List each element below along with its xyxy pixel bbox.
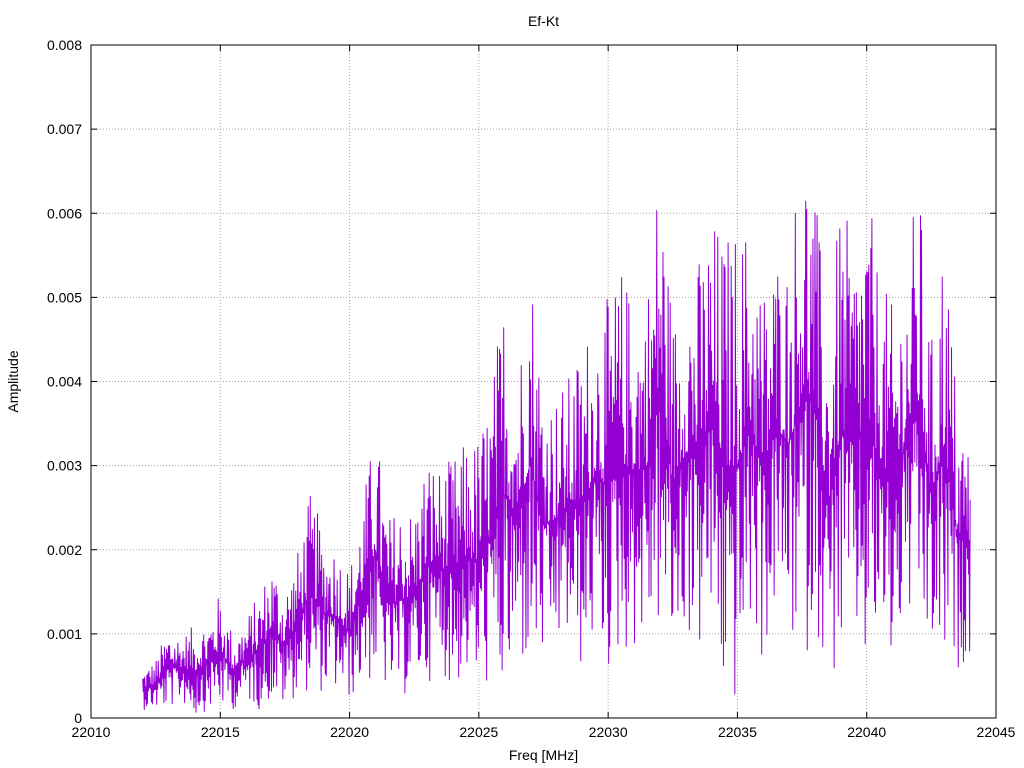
y-axis-label: Amplitude — [5, 350, 21, 412]
y-tick-label: 0.003 — [47, 458, 82, 474]
y-tick-label: 0.005 — [47, 289, 82, 305]
x-tick-label: 22010 — [72, 724, 111, 740]
y-tick-label: 0.006 — [47, 205, 82, 221]
y-tick-label: 0.007 — [47, 121, 82, 137]
y-tick-label: 0.008 — [47, 37, 82, 53]
chart-title: Ef-Kt — [528, 13, 559, 29]
grid-layer — [91, 45, 996, 718]
x-tick-label: 22025 — [459, 724, 498, 740]
x-tick-label: 22045 — [977, 724, 1016, 740]
y-tick-label: 0.004 — [47, 374, 82, 390]
series-layer — [142, 200, 971, 713]
series-line — [142, 200, 971, 713]
y-tick-label: 0.001 — [47, 626, 82, 642]
x-tick-label: 22020 — [330, 724, 369, 740]
chart: 22010 22015 22020 22025 22030 22035 22040 22045… — [5, 13, 1016, 763]
x-tick-label: 22040 — [847, 724, 886, 740]
y-tick-label: 0.002 — [47, 542, 82, 558]
x-axis-label: Freq [MHz] — [509, 747, 578, 763]
y-tick-label: 0 — [74, 710, 82, 726]
x-tick-label: 22030 — [589, 724, 628, 740]
x-tick-label: 22015 — [201, 724, 240, 740]
x-tick-label: 22035 — [718, 724, 757, 740]
